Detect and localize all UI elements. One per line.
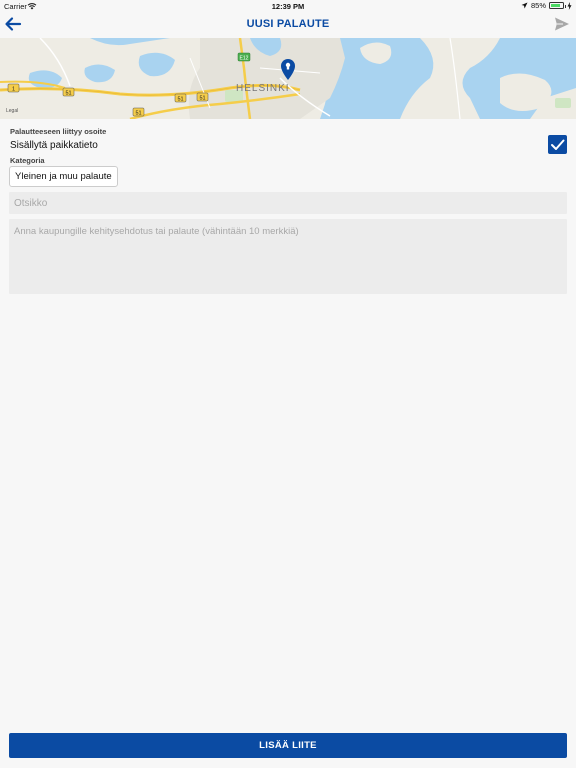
road-sign-51: 51 [174, 93, 187, 102]
charging-bolt-icon [567, 1, 572, 10]
address-label: Palautteeseen liittyy osoite [10, 127, 107, 136]
category-selector[interactable]: Yleinen ja muu palaute [9, 166, 118, 187]
svg-text:E12: E12 [240, 55, 249, 61]
location-arrow-icon [521, 2, 528, 9]
battery-percent: 85% [530, 1, 546, 10]
checkmark-icon [551, 139, 565, 150]
svg-text:51: 51 [177, 96, 183, 102]
road-sign-51: 51 [196, 92, 209, 101]
road-sign-e12: E12 [237, 52, 251, 61]
svg-text:51: 51 [135, 110, 141, 116]
status-right: 85% [521, 1, 572, 10]
paper-plane-icon[interactable] [554, 16, 570, 32]
battery-icon [549, 2, 566, 9]
title-input[interactable] [9, 192, 567, 214]
battery-fill [551, 4, 561, 7]
location-map[interactable]: 1 51 51 51 51 E12 HELSINKI Legal [0, 38, 576, 119]
svg-text:51: 51 [199, 95, 205, 101]
include-location-checkbox[interactable] [548, 135, 567, 154]
road-sign-51: 51 [62, 87, 75, 96]
include-location-label: Sisällytä paikkatieto [10, 140, 98, 151]
add-attachment-button[interactable]: LISÄÄ LIITE [9, 733, 567, 758]
navigation-bar: UUSI PALAUTE [0, 12, 576, 38]
svg-text:1: 1 [12, 86, 15, 92]
description-input[interactable] [9, 219, 567, 294]
road-sign-1: 1 [7, 83, 20, 92]
svg-text:51: 51 [65, 90, 71, 96]
page-title: UUSI PALAUTE [246, 18, 330, 30]
map-legal-link: Legal [6, 108, 18, 114]
category-label: Kategoria [10, 156, 45, 165]
map-canvas: 1 51 51 51 51 E12 HELSINKI Legal [0, 38, 576, 119]
map-city-label: HELSINKI [236, 83, 290, 94]
road-sign-51: 51 [132, 107, 145, 116]
status-bar: Carrier 12:39 PM 85% [0, 0, 576, 12]
clock: 12:39 PM [271, 2, 305, 11]
